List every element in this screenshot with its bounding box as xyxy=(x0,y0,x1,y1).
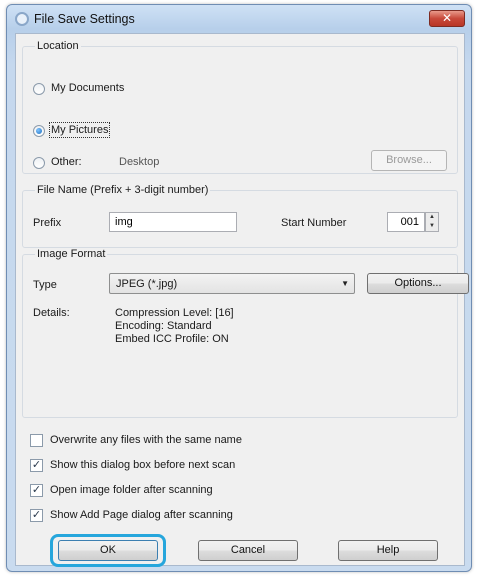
start-number-spinner[interactable]: ▲ ▼ xyxy=(425,212,439,232)
image-format-group: Image Format Type JPEG (*.jpg) ▼ Options… xyxy=(22,248,469,418)
show-add-page-label[interactable]: Show Add Page dialog after scanning xyxy=(50,509,233,521)
browse-button[interactable]: Browse... xyxy=(371,150,447,171)
details-label: Details: xyxy=(33,307,70,319)
location-label: Location xyxy=(35,40,81,52)
location-group: Location My Documents My Pictures Other:… xyxy=(22,40,458,174)
cancel-button[interactable]: Cancel xyxy=(198,540,298,561)
close-button[interactable]: ✕ xyxy=(429,10,465,27)
start-number-label: Start Number xyxy=(281,217,347,229)
show-add-page-checkbox[interactable]: ✓ xyxy=(30,509,43,522)
help-button[interactable]: Help xyxy=(338,540,438,561)
details-compression: Compression Level: [16] xyxy=(115,307,234,319)
file-name-label: File Name (Prefix + 3-digit number) xyxy=(35,184,211,196)
show-dialog-label[interactable]: Show this dialog box before next scan xyxy=(50,459,235,471)
prefix-input[interactable] xyxy=(109,212,237,232)
start-number-input[interactable] xyxy=(387,212,425,232)
chevron-down-icon: ▼ xyxy=(341,279,349,288)
open-folder-label[interactable]: Open image folder after scanning xyxy=(50,484,213,496)
other-radio[interactable] xyxy=(33,157,45,169)
title-bar: File Save Settings ✕ xyxy=(7,5,471,33)
other-path: Desktop xyxy=(119,156,160,168)
open-folder-checkbox[interactable]: ✓ xyxy=(30,484,43,497)
overwrite-checkbox[interactable] xyxy=(30,434,43,447)
details-text: Compression Level: [16] Encoding: Standa… xyxy=(115,307,234,346)
other-label[interactable]: Other: xyxy=(51,156,82,168)
prefix-label: Prefix xyxy=(33,217,62,229)
close-icon: ✕ xyxy=(441,11,453,25)
my-documents-radio[interactable] xyxy=(33,83,45,95)
file-save-settings-dialog: File Save Settings ✕ Location My Documen… xyxy=(6,4,472,572)
window-title: File Save Settings xyxy=(34,12,135,26)
file-name-group: File Name (Prefix + 3-digit number) Pref… xyxy=(22,184,458,248)
dialog-body: Location My Documents My Pictures Other:… xyxy=(15,33,469,567)
ok-button[interactable]: OK xyxy=(58,540,158,561)
overwrite-label[interactable]: Overwrite any files with the same name xyxy=(50,434,242,446)
scanner-icon xyxy=(15,12,29,26)
details-encoding: Encoding: Standard xyxy=(115,320,212,332)
type-select[interactable]: JPEG (*.jpg) ▼ xyxy=(109,273,355,294)
options-button[interactable]: Options... xyxy=(367,273,469,294)
my-pictures-label[interactable]: My Pictures xyxy=(48,122,111,138)
type-label: Type xyxy=(33,279,57,291)
show-dialog-checkbox[interactable]: ✓ xyxy=(30,459,43,472)
my-pictures-radio[interactable] xyxy=(33,125,45,137)
type-select-value: JPEG (*.jpg) xyxy=(116,278,178,290)
image-format-label: Image Format xyxy=(35,248,108,260)
my-documents-label[interactable]: My Documents xyxy=(51,82,124,94)
details-icc-profile: Embed ICC Profile: ON xyxy=(115,333,229,345)
